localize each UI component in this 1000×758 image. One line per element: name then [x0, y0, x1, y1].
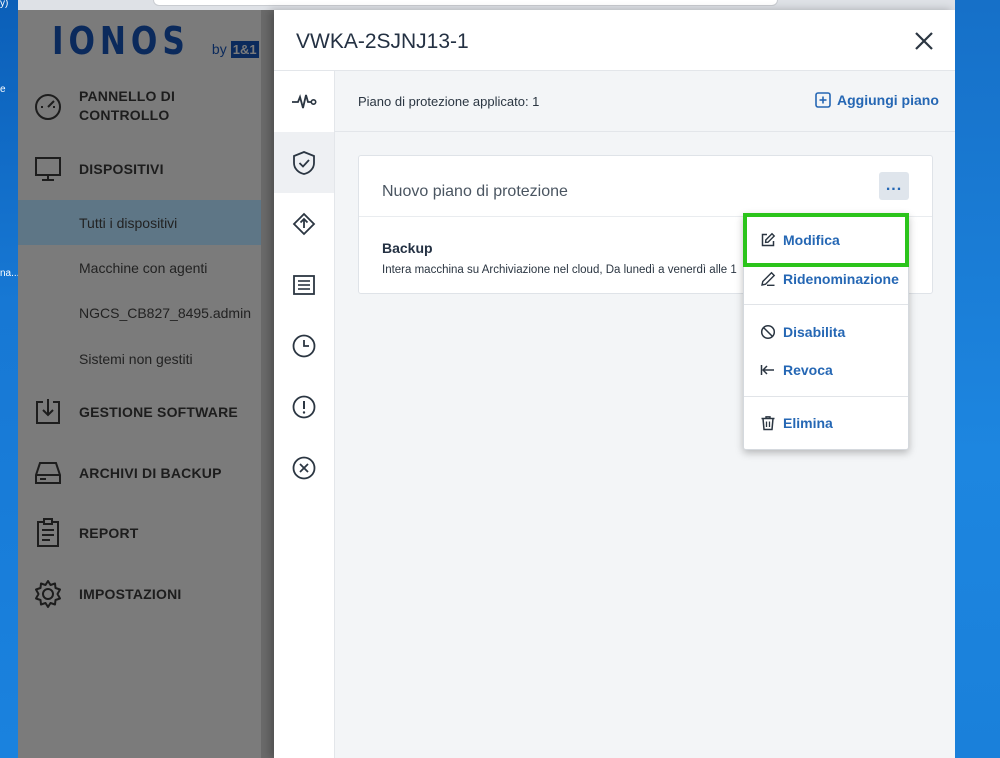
sidebar-item-devices[interactable]: DISPOSITIVI: [18, 153, 274, 185]
menu-item-label: Modifica: [783, 232, 840, 248]
add-plan-button[interactable]: Aggiungi piano: [815, 92, 939, 108]
panel-header: VWKA-2SJNJ13-1: [274, 10, 955, 71]
sidebar-item-label: IMPOSTAZIONI: [79, 585, 182, 602]
clock-icon: [292, 334, 316, 357]
menu-item-label: Ridenominazione: [783, 271, 899, 287]
address-bar[interactable]: [153, 0, 778, 6]
browser-toolbar: [18, 0, 955, 10]
tab-activity[interactable]: [274, 71, 334, 132]
page-title: VWKA-2SJNJ13-1: [296, 30, 469, 53]
logo-text: IONOS: [52, 19, 190, 63]
dashboard-gauge-icon: [35, 94, 61, 120]
storage-drive-icon: [35, 462, 61, 484]
menu-item-label: Revoca: [783, 362, 833, 378]
sidebar-item-settings[interactable]: IMPOSTAZIONI: [18, 578, 274, 610]
sidebar-shade: [261, 10, 274, 758]
cancel-icon: [292, 456, 316, 479]
desktop-label[interactable]: na...: [0, 268, 19, 279]
sidebar-subitem-all-devices[interactable]: Tutti i dispositivi: [18, 200, 261, 245]
applied-plans-count: Piano di protezione applicato: 1: [358, 94, 540, 109]
sidebar-item-backup-archives[interactable]: ARCHIVI DI BACKUP: [18, 457, 274, 489]
sidebar-item-label: PANNELLO DI: [79, 88, 176, 104]
applied-bar: Piano di protezione applicato: 1 Aggiung…: [335, 71, 955, 132]
panel-tabs: [274, 71, 335, 758]
desktop-icon-labels: y) e na...: [0, 0, 19, 758]
desktop-label[interactable]: y): [0, 0, 8, 9]
tab-remove[interactable]: [274, 437, 334, 498]
menu-item-label: Disabilita: [783, 324, 846, 340]
pencil-icon: [761, 271, 776, 287]
plan-card-header: Nuovo piano di protezione ...: [359, 156, 932, 217]
menu-item-revoke[interactable]: Revoca: [744, 351, 908, 389]
trash-icon: [761, 416, 775, 431]
plan-description: Intera macchina su Archiviazione nel clo…: [382, 264, 737, 276]
menu-divider: [744, 304, 908, 305]
desktop-label[interactable]: e: [0, 84, 6, 95]
edit-icon: [761, 232, 776, 247]
ionos-logo[interactable]: IONOS by 1&1: [52, 22, 259, 60]
menu-divider: [744, 396, 908, 397]
alert-icon: [292, 395, 316, 418]
tab-recovery[interactable]: [274, 193, 334, 254]
shield-check-icon: [293, 150, 315, 175]
plan-section-title: Backup: [382, 240, 433, 256]
menu-item-label: Elimina: [783, 415, 833, 431]
gear-icon: [35, 580, 61, 608]
sidebar-item-label: GESTIONE SOFTWARE: [79, 403, 238, 420]
more-actions-button[interactable]: ...: [879, 172, 909, 200]
sidebar-item-label: ARCHIVI DI BACKUP: [79, 464, 222, 481]
menu-item-delete[interactable]: Elimina: [744, 404, 908, 442]
tab-alerts[interactable]: [274, 376, 334, 437]
report-clipboard-icon: [37, 518, 59, 547]
menu-item-disable[interactable]: Disabilita: [744, 313, 908, 351]
recovery-icon: [292, 212, 316, 235]
plus-square-icon: [815, 92, 831, 108]
sidebar: IONOS by 1&1 PANNELLO DI CONTROLLO DISPO…: [18, 10, 274, 758]
sidebar-item-dashboard[interactable]: PANNELLO DI CONTROLLO: [18, 84, 274, 128]
desktop-right-strip: [955, 0, 1000, 758]
sidebar-item-label: REPORT: [79, 524, 139, 541]
sidebar-item-label: CONTROLLO: [79, 107, 170, 123]
sidebar-subitem-unmanaged[interactable]: Sistemi non gestiti: [18, 336, 261, 381]
sidebar-item-label: DISPOSITIVI: [79, 160, 164, 177]
menu-item-edit[interactable]: Modifica: [743, 213, 909, 267]
software-download-icon: [36, 399, 60, 424]
list-icon: [293, 274, 315, 295]
sidebar-subitem-agent-machines[interactable]: Macchine con agenti: [18, 245, 261, 290]
sidebar-subitem-admin-group[interactable]: NGCS_CB827_8495.admin: [18, 290, 261, 335]
logo-by: by: [211, 41, 227, 57]
logo-badge: 1&1: [230, 41, 259, 58]
close-icon[interactable]: [912, 29, 936, 53]
menu-item-rename[interactable]: Ridenominazione: [744, 260, 908, 298]
tab-history[interactable]: [274, 315, 334, 376]
revoke-arrow-icon: [760, 365, 774, 375]
tab-details[interactable]: [274, 254, 334, 315]
plan-name: Nuovo piano di protezione: [382, 183, 568, 200]
sidebar-item-report[interactable]: REPORT: [18, 517, 274, 549]
add-plan-label: Aggiungi piano: [837, 92, 939, 108]
monitor-icon: [35, 157, 61, 181]
sidebar-item-software[interactable]: GESTIONE SOFTWARE: [18, 396, 274, 428]
tab-protection[interactable]: [274, 132, 334, 193]
disable-icon: [760, 324, 776, 340]
activity-icon: [292, 93, 317, 108]
plan-actions-menu: Modifica Ridenominazione Disabilita Revo…: [743, 213, 909, 450]
